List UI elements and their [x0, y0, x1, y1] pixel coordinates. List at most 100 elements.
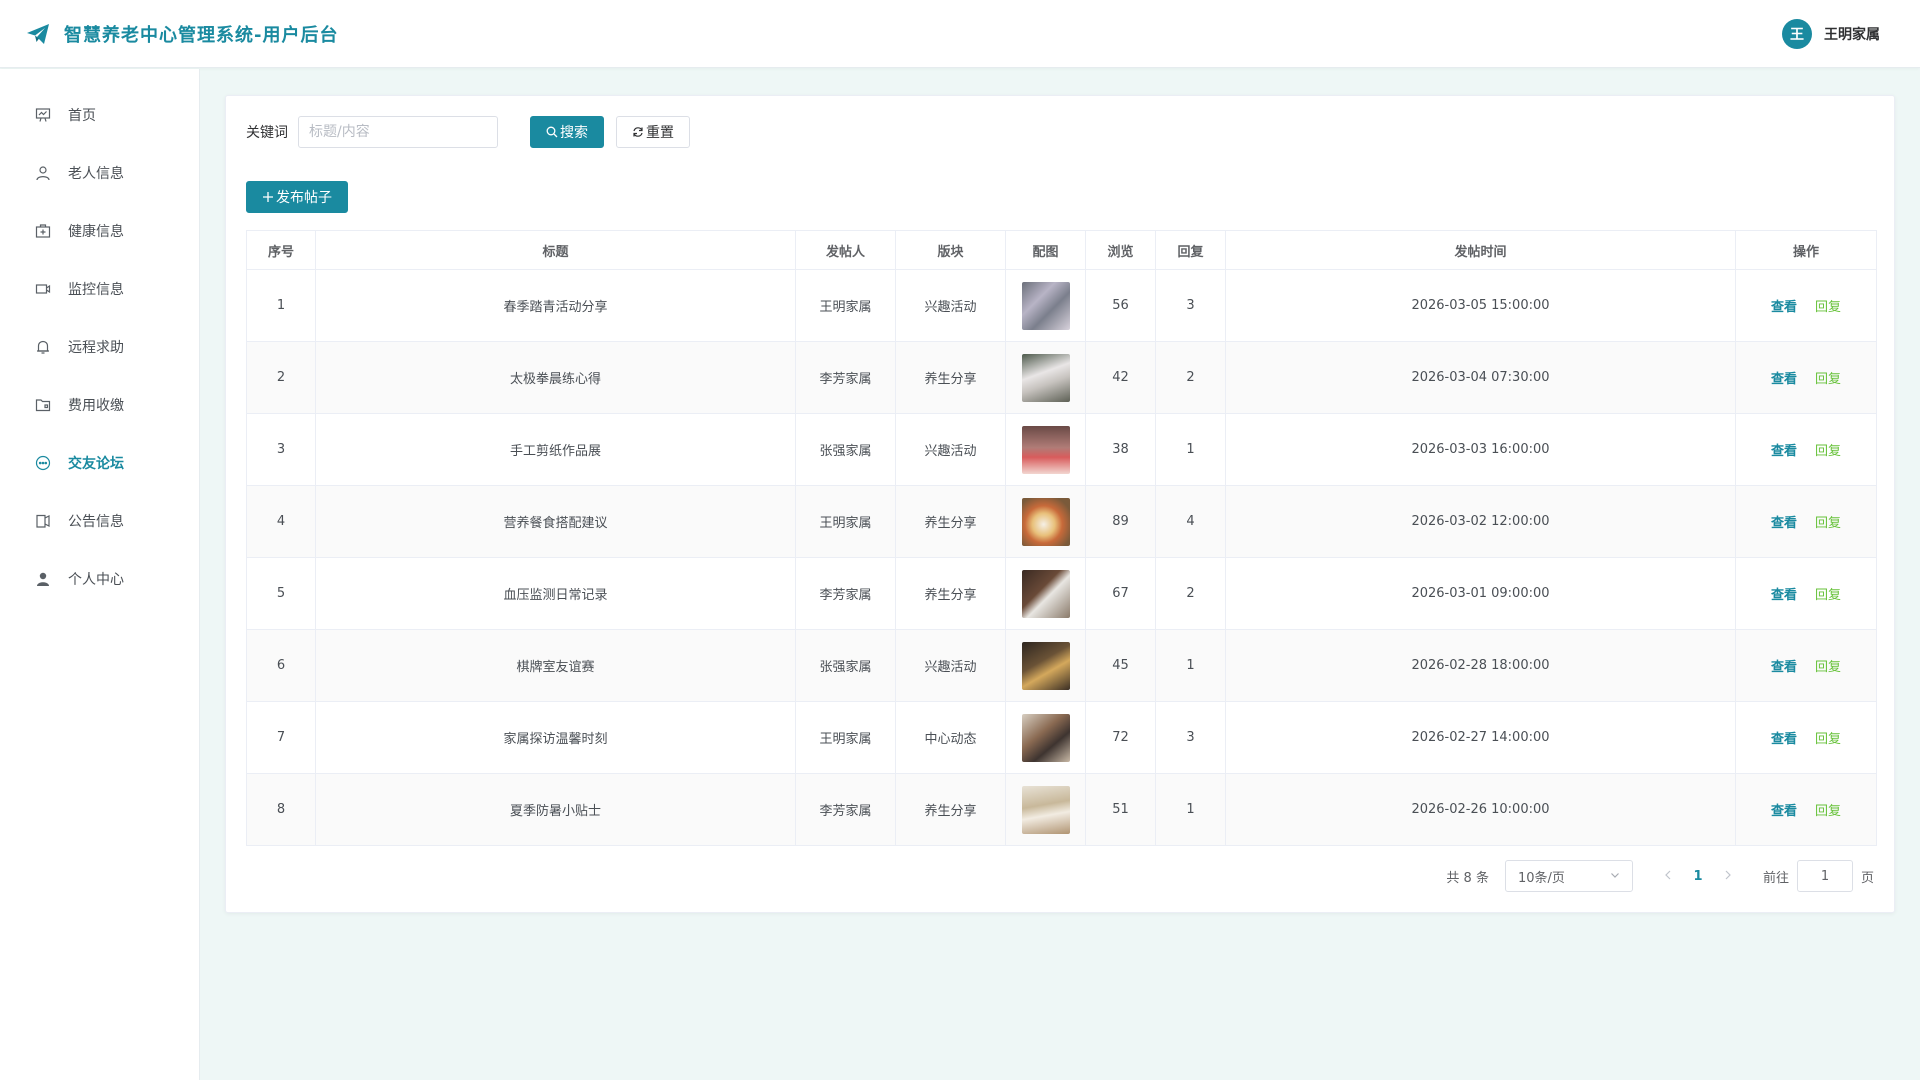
post-thumbnail[interactable] [1021, 425, 1070, 474]
column-header-image: 配图 [1005, 230, 1086, 270]
view-button[interactable]: 查看 [1771, 372, 1797, 387]
cell-no: 5 [246, 557, 316, 630]
cell-title: 夏季防暑小贴士 [315, 773, 796, 846]
page-size-value: 10条/页 [1517, 870, 1565, 886]
reset-button[interactable]: 重置 [616, 116, 690, 148]
post-thumbnail[interactable] [1021, 641, 1070, 690]
column-header-no: 序号 [246, 230, 316, 270]
sidebar-item-notices[interactable]: 公告信息 [0, 492, 199, 550]
reply-button[interactable]: 回复 [1815, 804, 1841, 819]
cell-title: 营养餐食搭配建议 [315, 485, 796, 558]
person-icon [34, 570, 52, 588]
sidebar-item-label: 老人信息 [68, 166, 124, 182]
cell-views: 89 [1085, 485, 1156, 558]
reply-button[interactable]: 回复 [1815, 732, 1841, 747]
cell-time: 2026-02-26 10:00:00 [1225, 773, 1736, 846]
cell-time: 2026-03-05 15:00:00 [1225, 269, 1736, 342]
column-header-author: 发帖人 [795, 230, 896, 270]
cell-time: 2026-03-04 07:30:00 [1225, 341, 1736, 414]
folder-icon [34, 396, 52, 414]
column-header-actions: 操作 [1735, 230, 1877, 270]
post-thumbnail[interactable] [1021, 785, 1070, 834]
view-button[interactable]: 查看 [1771, 660, 1797, 675]
posts-table: 序号 标题 发帖人 版块 配图 浏览 回复 发帖时间 操作 1 春季踏青活动分享… [246, 230, 1877, 846]
post-thumbnail[interactable] [1021, 497, 1070, 546]
keyword-input[interactable] [298, 116, 498, 148]
plus-icon [262, 191, 274, 203]
refresh-icon [632, 126, 644, 138]
forum-card: 关键词 搜索 重置 发布帖子 序号 标题 发帖人 版块 配图 浏览 回复 [225, 95, 1895, 913]
first-aid-icon [34, 222, 52, 240]
cell-no: 6 [246, 629, 316, 702]
reply-button[interactable]: 回复 [1815, 444, 1841, 459]
cell-title: 棋牌室友谊赛 [315, 629, 796, 702]
notice-icon [34, 512, 52, 530]
goto-label: 前往 [1762, 870, 1789, 886]
sidebar-item-forum[interactable]: 交友论坛 [0, 434, 199, 492]
table-row: 4 营养餐食搭配建议 王明家属 养生分享 89 4 2026-03-02 12:… [246, 485, 1877, 558]
view-button[interactable]: 查看 [1771, 516, 1797, 531]
page-number-current[interactable]: 1 [1683, 869, 1713, 884]
cell-no: 1 [246, 269, 316, 342]
dashboard-icon [34, 106, 52, 124]
chat-icon [34, 454, 52, 472]
sidebar-item-elder-info[interactable]: 老人信息 [0, 144, 199, 202]
cell-time: 2026-03-02 12:00:00 [1225, 485, 1736, 558]
table-row: 1 春季踏青活动分享 王明家属 兴趣活动 56 3 2026-03-05 15:… [246, 269, 1877, 342]
avatar[interactable]: 王 [1782, 19, 1812, 49]
view-button[interactable]: 查看 [1771, 300, 1797, 315]
post-thumbnail[interactable] [1021, 353, 1070, 402]
sidebar-item-remote-help[interactable]: 远程求助 [0, 318, 199, 376]
reply-button[interactable]: 回复 [1815, 516, 1841, 531]
cell-title: 家属探访温馨时刻 [315, 701, 796, 774]
cell-views: 45 [1085, 629, 1156, 702]
publish-post-button[interactable]: 发布帖子 [246, 181, 348, 213]
user-menu[interactable]: 王 王明家属 [1782, 19, 1880, 49]
cell-image [1005, 701, 1086, 774]
cell-no: 8 [246, 773, 316, 846]
table-row: 5 血压监测日常记录 李芳家属 养生分享 67 2 2026-03-01 09:… [246, 557, 1877, 630]
sidebar-item-health-info[interactable]: 健康信息 [0, 202, 199, 260]
reply-button[interactable]: 回复 [1815, 372, 1841, 387]
post-thumbnail[interactable] [1021, 281, 1070, 330]
view-button[interactable]: 查看 [1771, 588, 1797, 603]
goto-page-input[interactable] [1796, 860, 1853, 892]
cell-replies: 1 [1155, 773, 1226, 846]
chevron-down-icon [1610, 869, 1620, 884]
user-name[interactable]: 王明家属 [1824, 24, 1880, 44]
cell-image [1005, 341, 1086, 414]
page-size-select[interactable]: 10条/页 [1504, 860, 1633, 892]
view-button[interactable]: 查看 [1771, 804, 1797, 819]
cell-section: 养生分享 [895, 557, 1006, 630]
cell-author: 王明家属 [795, 269, 896, 342]
sidebar-item-profile[interactable]: 个人中心 [0, 550, 199, 608]
publish-post-label: 发布帖子 [276, 190, 332, 206]
cell-time: 2026-03-03 16:00:00 [1225, 413, 1736, 486]
bell-icon [34, 338, 52, 356]
cell-author: 王明家属 [795, 701, 896, 774]
sidebar-item-fee-payment[interactable]: 费用收缴 [0, 376, 199, 434]
pagination: 共 8 条 10条/页 1 前往 页 [1446, 860, 1874, 892]
view-button[interactable]: 查看 [1771, 444, 1797, 459]
cell-views: 38 [1085, 413, 1156, 486]
next-page-button[interactable] [1713, 869, 1743, 884]
search-icon [546, 126, 558, 138]
sidebar-item-monitor-info[interactable]: 监控信息 [0, 260, 199, 318]
cell-section: 兴趣活动 [895, 269, 1006, 342]
cell-replies: 1 [1155, 413, 1226, 486]
reply-button[interactable]: 回复 [1815, 300, 1841, 315]
post-thumbnail[interactable] [1021, 713, 1070, 762]
table-row: 3 手工剪纸作品展 张强家属 兴趣活动 38 1 2026-03-03 16:0… [246, 413, 1877, 486]
search-button[interactable]: 搜索 [530, 116, 604, 148]
post-thumbnail[interactable] [1021, 569, 1070, 618]
reply-button[interactable]: 回复 [1815, 588, 1841, 603]
reply-button[interactable]: 回复 [1815, 660, 1841, 675]
column-header-views: 浏览 [1085, 230, 1156, 270]
cell-image [1005, 773, 1086, 846]
sidebar-item-home[interactable]: 首页 [0, 86, 199, 144]
view-button[interactable]: 查看 [1771, 732, 1797, 747]
cell-actions: 查看 回复 [1735, 701, 1877, 774]
table-row: 7 家属探访温馨时刻 王明家属 中心动态 72 3 2026-02-27 14:… [246, 701, 1877, 774]
cell-section: 兴趣活动 [895, 629, 1006, 702]
prev-page-button[interactable] [1653, 869, 1683, 884]
